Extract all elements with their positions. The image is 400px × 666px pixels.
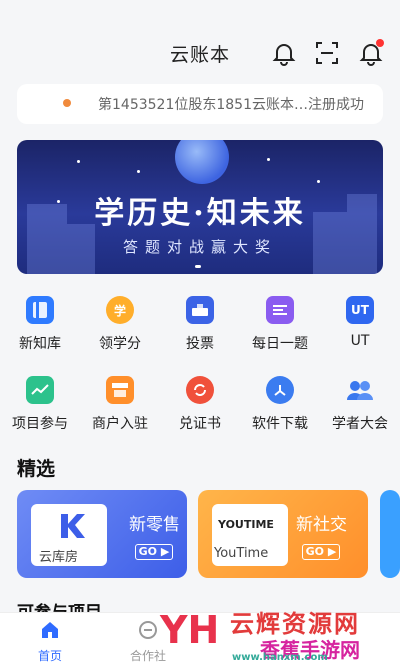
bell-icon[interactable] (271, 40, 297, 66)
menu-label: 投票 (186, 336, 214, 352)
book-icon (26, 296, 54, 324)
exchange-icon (186, 376, 214, 404)
download-hub-icon (266, 376, 294, 404)
watermark-url: www.hanxm.com (232, 652, 328, 663)
youtime-brand: YOUTIME (218, 518, 274, 531)
menu-item-software-download[interactable]: 软件下载 (241, 376, 319, 433)
menu-label: 软件下载 (252, 416, 308, 432)
notice-dot (63, 99, 71, 107)
menu-item-redeem-certificate[interactable]: 兑证书 (161, 376, 239, 433)
menu-item-knowledge-base[interactable]: 新知库 (1, 296, 79, 353)
menu-label: 兑证书 (179, 416, 221, 432)
promo-banner[interactable]: 学历史·知未来 答题对战赢大奖 (17, 140, 383, 274)
go-label: GO (138, 545, 158, 558)
card-logo-label: YouTime (214, 546, 269, 561)
ut-glyph: UT (351, 303, 369, 317)
star-graphic (317, 180, 320, 183)
storefront-icon (106, 376, 134, 404)
tab-home[interactable]: 首页 (20, 619, 80, 664)
star-graphic (77, 160, 80, 163)
go-button[interactable]: GO ▶ (135, 544, 173, 560)
card-title: 新社交 (296, 515, 347, 535)
study-glyph: 学 (113, 303, 126, 318)
featured-card-new-social[interactable]: YOUTIME YouTime 新社交 GO ▶ (198, 490, 368, 578)
watermark-yh-logo: YH (160, 608, 220, 652)
trend-chart-icon (26, 376, 54, 404)
star-graphic (267, 158, 270, 161)
menu-label: 新知库 (19, 336, 61, 352)
featured-section-title: 精选 (17, 458, 56, 480)
carousel-indicator (195, 265, 201, 268)
unread-dot (376, 39, 384, 47)
cooperative-icon (137, 619, 159, 641)
menu-label: 项目参与 (12, 416, 68, 432)
menu-item-ut[interactable]: UT UT (321, 296, 399, 349)
home-icon (39, 619, 61, 641)
menu-item-project-participation[interactable]: 项目参与 (1, 376, 79, 433)
menu-item-vote[interactable]: 投票 (161, 296, 239, 353)
ut-icon: UT (346, 296, 374, 324)
page-title: 云账本 (170, 44, 231, 66)
featured-card-peek[interactable] (380, 490, 400, 578)
daily-question-icon (266, 296, 294, 324)
menu-label: 领学分 (99, 336, 141, 352)
study-badge-icon: 学 (106, 296, 134, 324)
menu-item-earn-credits[interactable]: 学 领学分 (81, 296, 159, 353)
ballot-box-icon (186, 296, 214, 324)
card-logo-label: 云库房 (39, 550, 79, 565)
go-button[interactable]: GO ▶ (302, 544, 340, 560)
app-header: 云账本 (0, 0, 400, 80)
banner-title: 学历史·知未来 (94, 196, 306, 231)
notice-bar[interactable]: 第1453521位股东1851云账本…注册成功 (17, 84, 383, 124)
scan-icon[interactable] (314, 40, 340, 66)
star-graphic (137, 170, 140, 173)
menu-item-merchant-onboarding[interactable]: 商户入驻 (81, 376, 159, 433)
watermark: YH 云辉资源网 香蕉手游网 www.hanxm.com (160, 602, 400, 666)
menu-item-daily-question[interactable]: 每日一题 (241, 296, 319, 353)
menu-label: 商户入驻 (92, 416, 148, 432)
menu-label: 学者大会 (332, 416, 388, 432)
menu-item-scholar-conference[interactable]: 学者大会 (321, 376, 399, 433)
moon-graphic (175, 140, 229, 184)
people-icon (346, 376, 374, 404)
menu-label: UT (350, 333, 370, 349)
banner-subtitle: 答题对战赢大奖 (122, 238, 277, 256)
notice-text: 第1453521位股东1851云账本…注册成功 (98, 97, 364, 113)
card-title: 新零售 (129, 515, 180, 535)
featured-card-new-retail[interactable]: 云库房 新零售 GO ▶ (17, 490, 187, 578)
go-label: GO (305, 545, 325, 558)
menu-label: 每日一题 (252, 336, 308, 352)
tab-label: 首页 (37, 649, 62, 663)
